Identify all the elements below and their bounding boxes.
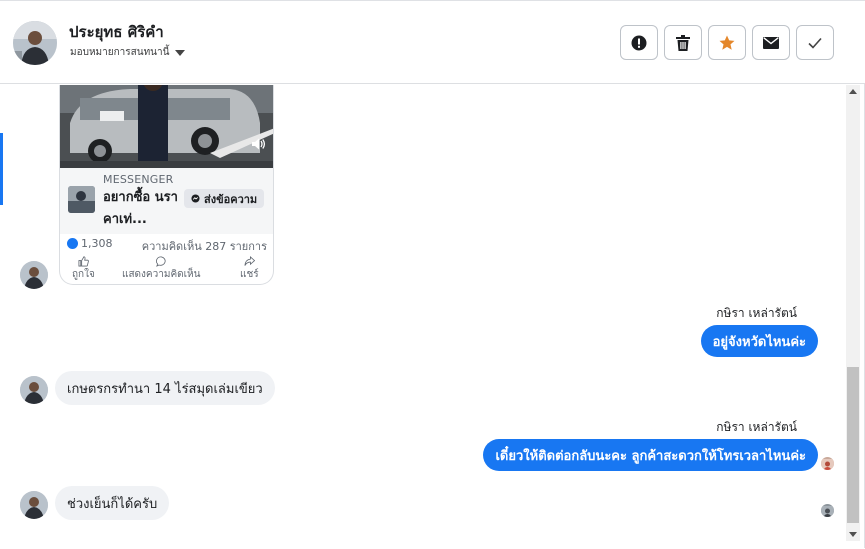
comment-icon xyxy=(155,256,166,267)
scrollbar-thumb[interactable] xyxy=(847,367,859,523)
send-message-cta-button[interactable]: ส่งข้อความ xyxy=(184,189,265,208)
sender-name: กษิรา เหล่ารัตน์ xyxy=(716,420,797,434)
mark-unread-button[interactable] xyxy=(752,25,790,60)
like-reaction-icon xyxy=(67,238,78,249)
incoming-message[interactable]: เกษตรกรทำนา 14 ไร่สมุดเล่มเขียว xyxy=(55,371,275,405)
contact-avatar[interactable] xyxy=(13,21,57,65)
contact-name: ประยุทธ ศิริคำ xyxy=(69,23,164,41)
spam-button[interactable] xyxy=(620,25,658,60)
seen-receipt-avatar xyxy=(821,457,834,470)
share-action[interactable]: แชร์ xyxy=(240,256,259,282)
contact-avatar-small xyxy=(20,261,48,289)
share-action-label: แชร์ xyxy=(240,269,259,280)
ad-page-thumbnail xyxy=(68,186,95,213)
star-icon xyxy=(719,35,735,50)
ad-title[interactable]: อยากซื้อ นราคาเท่... xyxy=(103,187,181,231)
ad-actions: ถูกใจ แสดงความคิดเห็น แชร์ xyxy=(60,254,273,284)
envelope-icon xyxy=(763,36,779,49)
trash-icon xyxy=(676,34,690,51)
ad-source: MESSENGER xyxy=(103,173,174,186)
comments-count[interactable]: ความคิดเห็น 287 รายการ xyxy=(142,237,267,255)
comment-action[interactable]: แสดงความคิดเห็น xyxy=(122,256,200,282)
messenger-icon xyxy=(191,194,200,203)
conversation-panel: ประยุทธ ศิริคำ มอบหมายการสนทนานี้ MESSEN… xyxy=(0,0,865,548)
thumbs-up-icon xyxy=(78,256,89,267)
ad-likes[interactable]: 1,308 xyxy=(67,237,113,250)
contact-avatar-small xyxy=(20,491,48,519)
exclamation-icon xyxy=(631,35,647,50)
cta-label: ส่งข้อความ xyxy=(204,192,258,206)
like-action-label: ถูกใจ xyxy=(72,269,95,280)
like-action[interactable]: ถูกใจ xyxy=(72,256,95,282)
caret-down-icon xyxy=(175,49,186,56)
contact-avatar-small xyxy=(20,376,48,404)
shared-ad-card[interactable]: MESSENGER อยากซื้อ นราคาเท่... ส่งข้อควา… xyxy=(59,85,274,285)
header-actions xyxy=(620,25,834,60)
comment-action-label: แสดงความคิดเห็น xyxy=(122,269,201,280)
incoming-message[interactable]: ช่วงเย็นก็ได้ครับ xyxy=(55,486,170,520)
message-scrollbar[interactable] xyxy=(846,85,860,541)
mark-done-button[interactable] xyxy=(796,25,834,60)
checkmark-icon xyxy=(808,37,822,49)
conversation-header: ประยุทธ ศิริคำ มอบหมายการสนทนานี้ xyxy=(0,1,865,84)
seen-receipt-avatar xyxy=(821,504,834,517)
ad-video-thumbnail[interactable] xyxy=(60,85,273,168)
scroll-down-arrow-icon[interactable] xyxy=(849,532,857,537)
assign-conversation-dropdown[interactable]: มอบหมายการสนทนานี้ xyxy=(70,45,186,60)
outgoing-message[interactable]: เดี๋ยวให้ติดต่อกลับนะคะ ลูกค้าสะดวกให้โท… xyxy=(483,439,818,471)
message-list[interactable]: MESSENGER อยากซื้อ นราคาเท่... ส่งข้อควา… xyxy=(0,85,845,549)
ad-meta: MESSENGER อยากซื้อ นราคาเท่... ส่งข้อควา… xyxy=(60,168,273,234)
speaker-icon[interactable] xyxy=(252,138,266,150)
likes-count: 1,308 xyxy=(81,237,113,250)
sender-name: กษิรา เหล่ารัตน์ xyxy=(716,306,797,320)
assign-label: มอบหมายการสนทนานี้ xyxy=(70,47,170,58)
outgoing-message[interactable]: อยู่จังหวัดไหนค่ะ xyxy=(700,325,818,357)
ad-stats: 1,308 ความคิดเห็น 287 รายการ xyxy=(60,234,273,255)
star-button[interactable] xyxy=(708,25,746,60)
delete-button[interactable] xyxy=(664,25,702,60)
scroll-up-arrow-icon[interactable] xyxy=(849,89,857,94)
share-icon xyxy=(244,256,255,266)
